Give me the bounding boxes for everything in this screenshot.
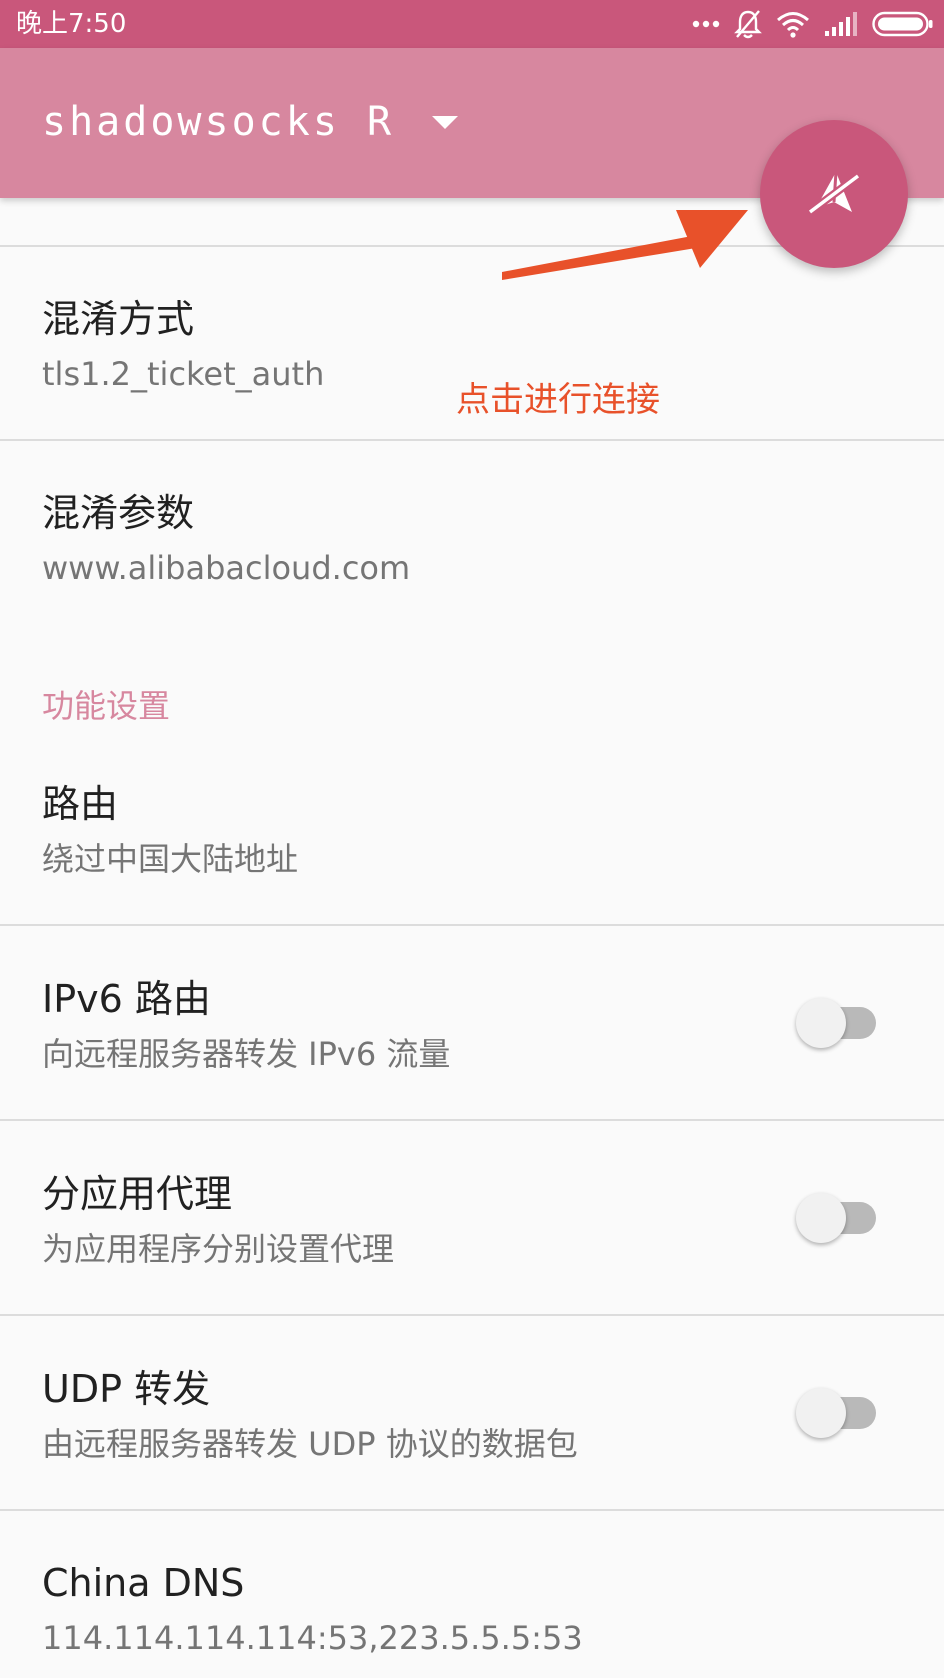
chevron-down-icon[interactable]	[432, 116, 458, 129]
connect-fab[interactable]	[760, 120, 908, 268]
china-dns-title: China DNS	[42, 1561, 245, 1605]
toggle-thumb	[796, 998, 846, 1048]
status-time: 晚上7:50	[16, 9, 127, 39]
screen: 晚上7:50 shadowsocks R 点击进行连接 混淆方式 tls1.2_…	[0, 0, 944, 1678]
paper-plane-off-icon	[807, 171, 861, 216]
cellular-signal-icon	[824, 11, 858, 37]
obfs-param-value: www.alibabacloud.com	[42, 549, 411, 587]
ipv6-toggle[interactable]	[796, 998, 880, 1048]
obfs-param-title: 混淆参数	[42, 491, 195, 535]
toggle-thumb	[796, 1388, 846, 1438]
per-app-proxy-toggle[interactable]	[796, 1193, 880, 1243]
ipv6-summary: 向远程服务器转发 IPv6 流量	[42, 1035, 451, 1073]
udp-summary: 由远程服务器转发 UDP 协议的数据包	[42, 1425, 578, 1463]
divider	[0, 1119, 944, 1121]
divider	[0, 1509, 944, 1511]
route-value: 绕过中国大陆地址	[42, 840, 299, 878]
status-bar: 晚上7:50	[0, 0, 944, 48]
obfs-title: 混淆方式	[42, 297, 195, 341]
status-icons	[692, 8, 934, 40]
per-app-proxy-title: 分应用代理	[42, 1172, 233, 1216]
china-dns-value: 114.114.114.114:53,223.5.5.5:53	[42, 1619, 583, 1657]
obfs-value: tls1.2_ticket_auth	[42, 355, 325, 393]
divider	[0, 439, 944, 441]
toggle-thumb	[796, 1193, 846, 1243]
route-title: 路由	[42, 782, 119, 826]
udp-toggle[interactable]	[796, 1388, 880, 1438]
udp-title: UDP 转发	[42, 1367, 211, 1411]
divider	[0, 924, 944, 926]
annotation-text: 点击进行连接	[456, 380, 660, 420]
more-dots-icon	[692, 19, 720, 29]
notifications-off-icon	[734, 9, 762, 39]
ipv6-title: IPv6 路由	[42, 977, 211, 1021]
divider	[0, 1314, 944, 1316]
app-title[interactable]: shadowsocks R	[42, 100, 394, 144]
per-app-proxy-summary: 为应用程序分别设置代理	[42, 1230, 395, 1268]
section-header: 功能设置	[42, 687, 171, 725]
annotation-arrow-icon	[502, 210, 748, 280]
battery-icon	[872, 11, 934, 37]
wifi-icon	[776, 10, 810, 38]
